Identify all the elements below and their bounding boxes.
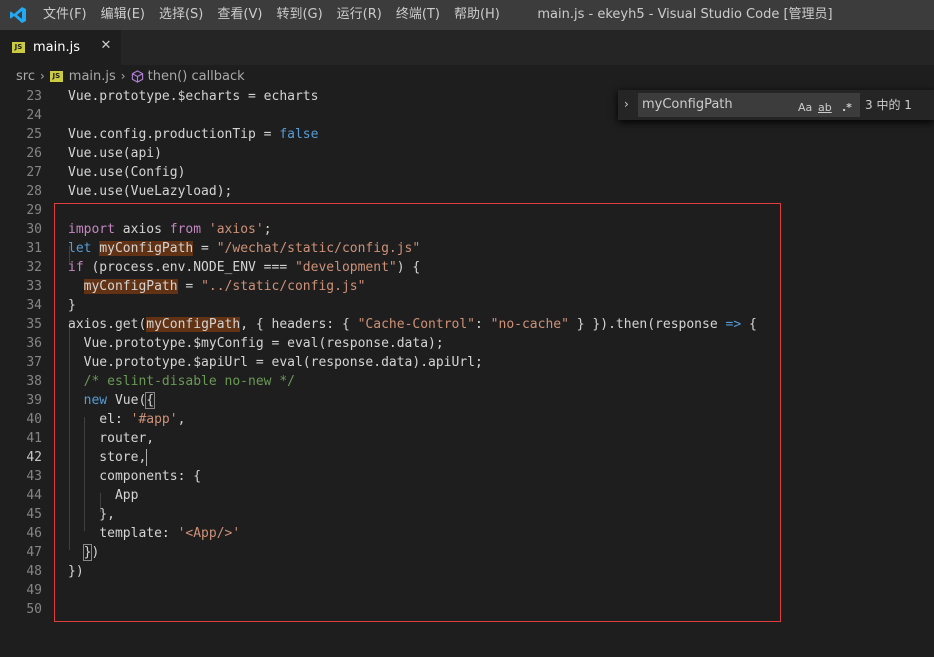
menu-edit[interactable]: 编辑(E) <box>94 0 152 30</box>
breadcrumb-file-label: main.js <box>68 68 116 84</box>
code-line: 27 Vue.use(Config) <box>26 165 186 180</box>
code-line: 25 Vue.config.productionTip = false <box>26 127 319 142</box>
find-input-value: myConfigPath <box>642 97 733 112</box>
find-widget: › myConfigPath Aa ab .* 3 中的 1 <box>618 90 934 120</box>
red-highlight-box <box>54 203 781 622</box>
chevron-right-icon: › <box>39 69 45 83</box>
menu-view[interactable]: 查看(V) <box>210 0 269 30</box>
vscode-logo-icon[interactable] <box>9 6 27 24</box>
code-line: 28 Vue.use(VueLazyload); <box>26 184 233 199</box>
breadcrumb-method-label: then() callback <box>147 68 245 84</box>
method-cube-icon <box>131 69 143 83</box>
menu-bar: 文件(F) 编辑(E) 选择(S) 查看(V) 转到(G) 运行(R) 终端(T… <box>36 0 507 30</box>
find-match-count: 3 中的 1 <box>865 98 912 112</box>
regex-icon[interactable]: .* <box>842 96 852 120</box>
menu-selection[interactable]: 选择(S) <box>152 0 210 30</box>
tab-main-js[interactable]: JS main.js ✕ <box>0 30 121 65</box>
code-line: 26 Vue.use(api) <box>26 146 162 161</box>
menu-help[interactable]: 帮助(H) <box>447 0 507 30</box>
title-bar: 文件(F) 编辑(E) 选择(S) 查看(V) 转到(G) 运行(R) 终端(T… <box>0 0 934 30</box>
tab-bar: JS main.js ✕ <box>0 30 934 65</box>
whole-word-icon[interactable]: ab <box>818 96 832 120</box>
js-file-icon: JS <box>12 42 25 53</box>
close-icon[interactable]: ✕ <box>99 39 113 53</box>
breadcrumb-file[interactable]: JS main.js <box>49 68 116 84</box>
menu-run[interactable]: 运行(R) <box>330 0 389 30</box>
find-input[interactable]: myConfigPath Aa ab .* <box>638 93 860 117</box>
match-case-icon[interactable]: Aa <box>798 96 812 120</box>
js-file-icon: JS <box>49 70 63 82</box>
toggle-replace-chevron-icon[interactable]: › <box>624 97 629 111</box>
chevron-right-icon: › <box>120 69 126 83</box>
breadcrumb-method[interactable]: then() callback <box>131 69 245 84</box>
menu-go[interactable]: 转到(G) <box>269 0 329 30</box>
tab-label: main.js <box>33 40 80 55</box>
menu-terminal[interactable]: 终端(T) <box>389 0 447 30</box>
breadcrumb-folder[interactable]: src <box>16 69 35 84</box>
window-title: main.js - ekeyh5 - Visual Studio Code [管… <box>537 7 833 22</box>
menu-file[interactable]: 文件(F) <box>36 0 94 30</box>
breadcrumb: src › JS main.js › then() callback <box>0 65 934 87</box>
